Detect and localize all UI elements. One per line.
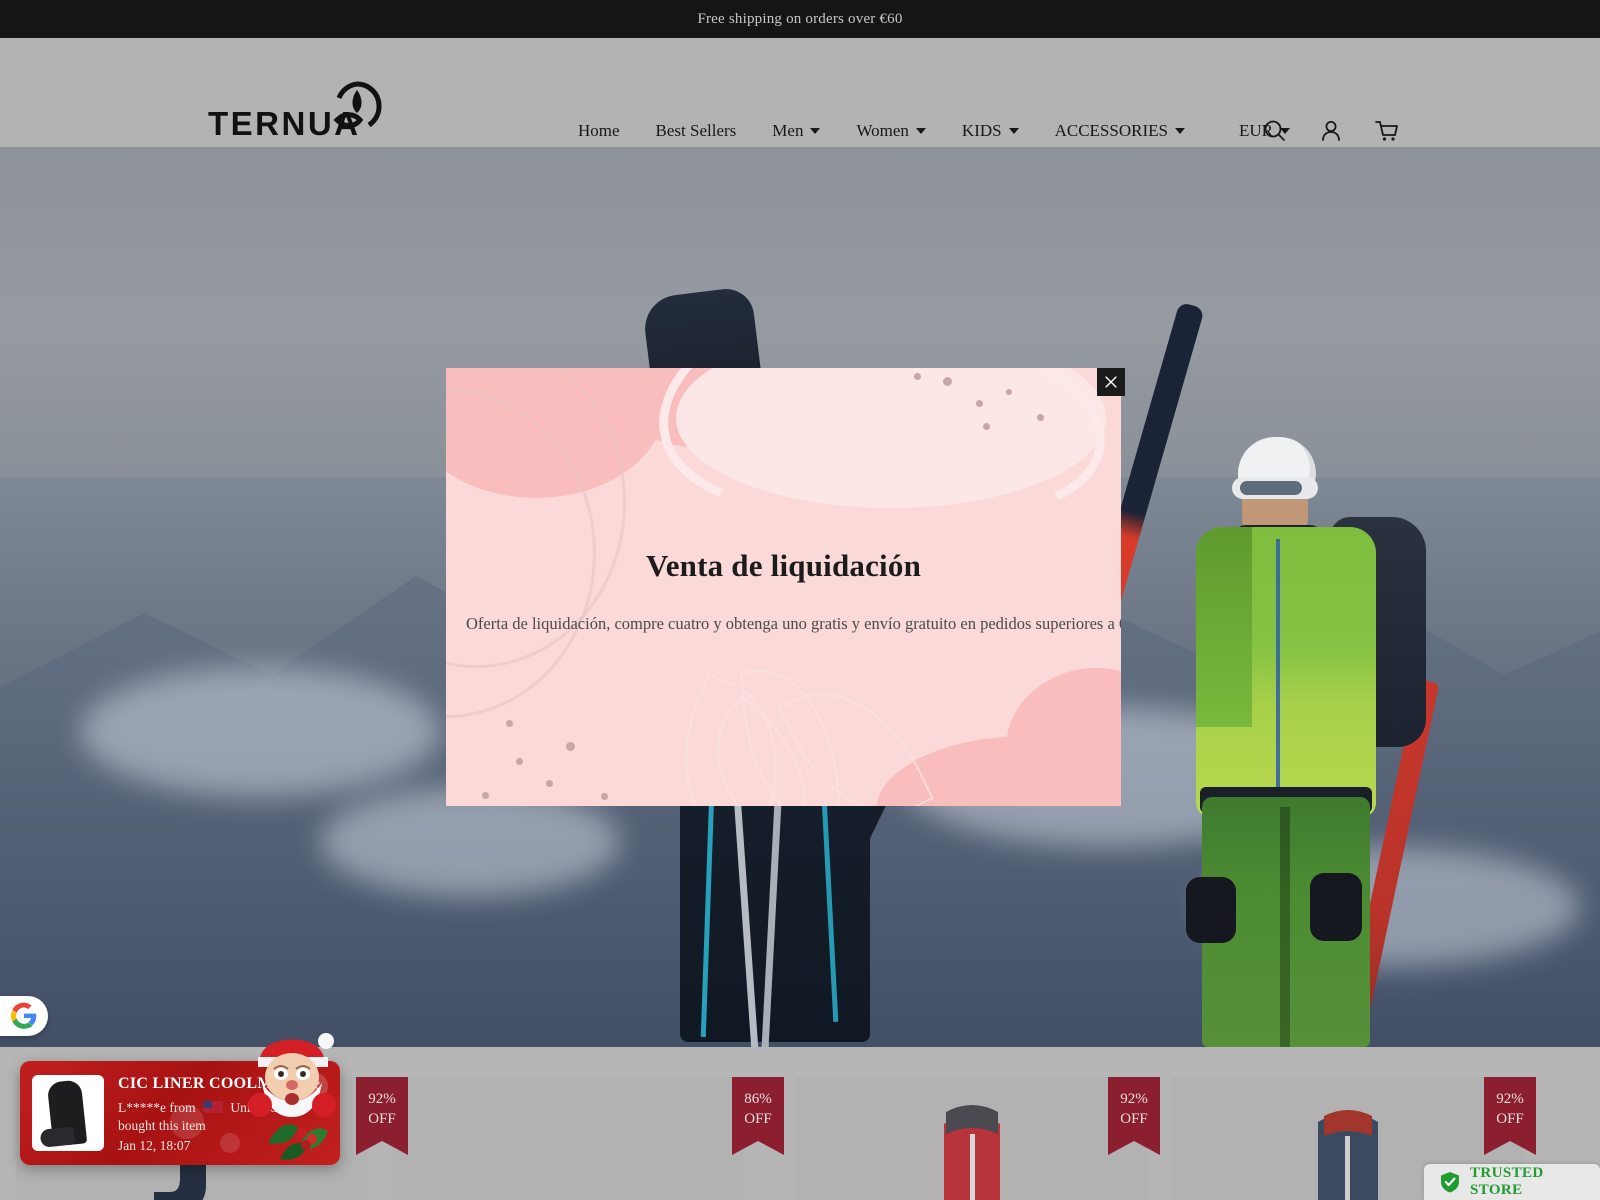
promo-modal-title: Venta de liquidación (645, 548, 922, 583)
sock-product-image (46, 1079, 88, 1147)
discount-badge: 86% OFF (732, 1077, 784, 1155)
santa-claus-icon (248, 1033, 336, 1117)
chevron-down-icon (1008, 127, 1019, 134)
promo-modal-panel: Venta de liquidación Oferta de liquidaci… (446, 368, 1121, 806)
shield-check-icon (1440, 1172, 1459, 1193)
trusted-store-badge[interactable]: TRUSTED STORE (1424, 1164, 1600, 1200)
ternua-emblem-icon (333, 81, 382, 129)
nav-label: Best Sellers (655, 120, 737, 140)
notification-timestamp: Jan 12, 18:07 (118, 1138, 191, 1153)
nav-label: Home (578, 120, 620, 140)
decor-dot (601, 793, 608, 800)
decor-dot (976, 400, 983, 407)
decor-dot (914, 373, 921, 380)
discount-percent: 86% (744, 1091, 772, 1107)
discount-label: OFF (1120, 1111, 1148, 1128)
jacket-zipper (1276, 539, 1280, 809)
announcement-bar: Free shipping on orders over €60 (0, 0, 1600, 38)
google-icon (10, 1002, 37, 1029)
chevron-down-icon (915, 127, 926, 134)
product-thumbnail (32, 1075, 104, 1151)
sales-notification[interactable]: CIC LINER COOLMAX L*****e from United St… (20, 1033, 340, 1165)
nav-item-women[interactable]: Women (838, 121, 943, 141)
chevron-down-icon (1174, 127, 1185, 134)
nav-item-best-sellers[interactable]: Best Sellers (638, 121, 755, 141)
snow-patch (80, 667, 440, 797)
decor-dot (482, 792, 489, 799)
bokeh-decor (220, 1133, 240, 1153)
hero-skier-right (1061, 277, 1480, 1047)
nav-label: KIDS (961, 120, 1002, 140)
close-icon[interactable] (1097, 368, 1125, 396)
chevron-down-icon (810, 127, 821, 134)
discount-percent: 92% (1496, 1091, 1524, 1107)
jacket-shadow (1196, 527, 1252, 727)
nav-item-men[interactable]: Men (754, 121, 838, 141)
navy-backpack-product (1318, 1110, 1378, 1200)
decor-blob (1006, 668, 1121, 806)
account-icon[interactable] (1318, 118, 1344, 144)
glove-shape (1310, 873, 1362, 941)
decor-dot (943, 377, 952, 386)
decor-swoosh (734, 368, 1118, 543)
announcement-text: Free shipping on orders over €60 (697, 10, 903, 27)
product-card[interactable] (796, 1077, 1148, 1200)
decor-dot (1006, 389, 1012, 395)
goggles-shape (1232, 477, 1318, 499)
discount-percent: 92% (368, 1091, 396, 1107)
product-card[interactable] (392, 1077, 744, 1200)
promo-modal-subtitle: Oferta de liquidación, compre cuatro y o… (466, 614, 1121, 633)
cart-icon[interactable] (1374, 118, 1400, 144)
close-x-glyph (1105, 376, 1117, 388)
site-logo[interactable]: TERNUA (208, 81, 383, 140)
search-icon[interactable] (1262, 118, 1288, 144)
nav-item-home[interactable]: Home (560, 121, 638, 141)
discount-label: OFF (368, 1111, 396, 1128)
decor-dot (1037, 414, 1044, 421)
decor-dot (516, 758, 523, 765)
nav-item-accessories[interactable]: ACCESSORIES (1037, 121, 1203, 141)
discount-label: OFF (744, 1111, 772, 1128)
red-backpack-product (944, 1105, 1000, 1200)
buyer-name: L*****e from (118, 1100, 196, 1115)
google-review-badge[interactable] (0, 996, 48, 1036)
nav-label: ACCESSORIES (1054, 120, 1168, 140)
decor-dot (983, 423, 990, 430)
discount-badge: 92% OFF (356, 1077, 408, 1155)
decor-dot (546, 780, 553, 787)
decor-dot (506, 720, 513, 727)
promo-modal: Venta de liquidación Oferta de liquidaci… (446, 368, 1125, 806)
discount-label: OFF (1496, 1111, 1524, 1128)
nav-label: Men (772, 120, 804, 140)
discount-percent: 92% (1120, 1091, 1148, 1107)
us-flag-icon (202, 1101, 223, 1113)
glove-shape (1186, 877, 1236, 943)
decor-dot (566, 742, 575, 751)
nav-label: Women (856, 120, 909, 140)
nav-item-kids[interactable]: KIDS (944, 121, 1037, 141)
trusted-store-label: TRUSTED STORE (1469, 1165, 1544, 1198)
site-header: TERNUA Home Best Sellers Men Women KIDS … (0, 38, 1600, 147)
promo-modal-content: Venta de liquidación Oferta de liquidaci… (446, 548, 1121, 634)
